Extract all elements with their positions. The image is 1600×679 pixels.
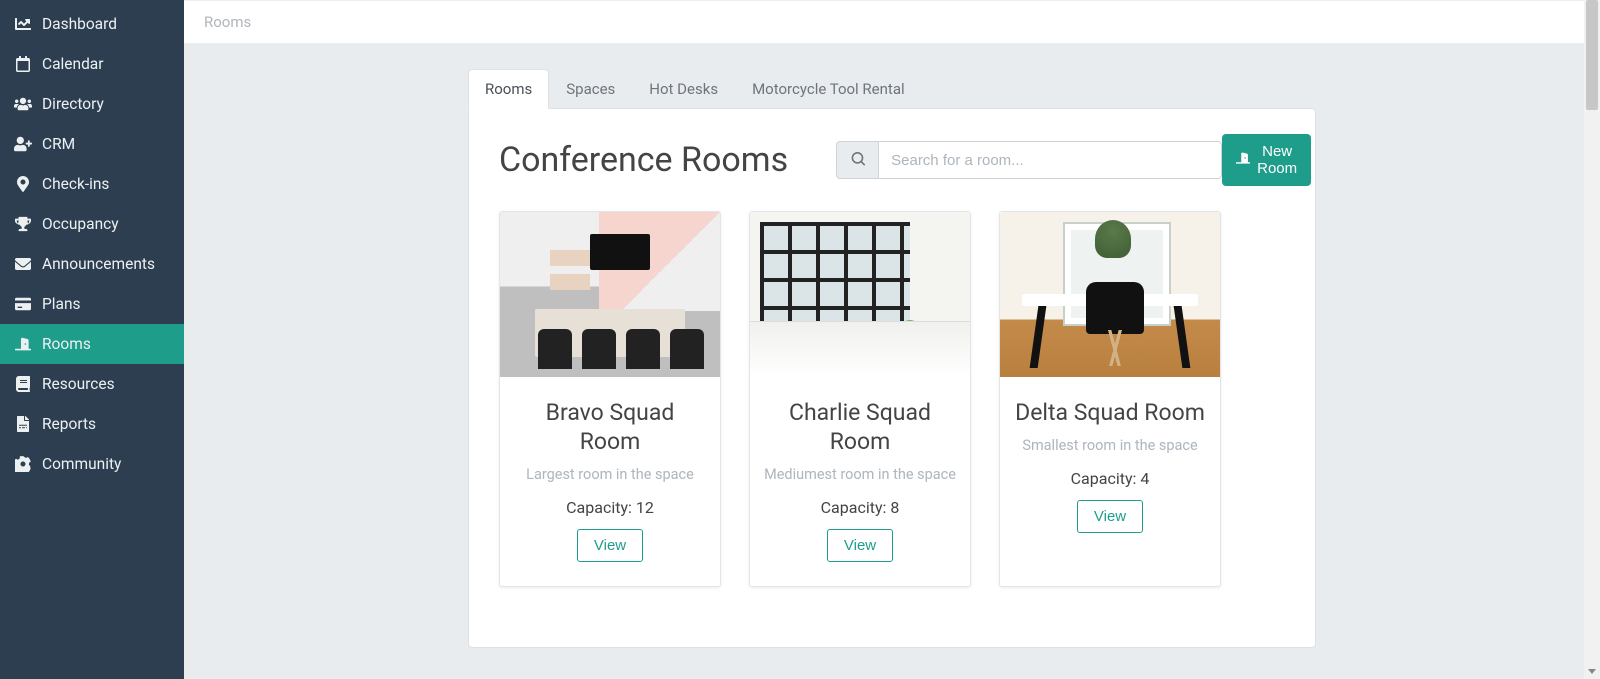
sidebar-item-occupancy[interactable]: Occupancy xyxy=(0,204,184,244)
room-capacity: Capacity: 8 xyxy=(764,498,956,517)
room-card: Charlie Squad Room Mediumest room in the… xyxy=(749,211,971,587)
room-card: Bravo Squad Room Largest room in the spa… xyxy=(499,211,721,587)
room-card-body: Charlie Squad Room Mediumest room in the… xyxy=(750,377,970,586)
room-card-body: Delta Squad Room Smallest room in the sp… xyxy=(1000,377,1220,557)
tab-rooms[interactable]: Rooms xyxy=(468,69,549,109)
book-icon xyxy=(14,376,32,392)
room-description: Smallest room in the space xyxy=(1014,436,1206,456)
sidebar-item-label: Plans xyxy=(42,295,81,313)
page-title: Conference Rooms xyxy=(499,140,788,180)
users-icon xyxy=(14,96,32,112)
tabs: Rooms Spaces Hot Desks Motorcycle Tool R… xyxy=(468,69,1316,109)
sidebar-item-label: Resources xyxy=(42,375,115,393)
sidebar-item-label: Rooms xyxy=(42,335,91,353)
room-name: Delta Squad Room xyxy=(1014,399,1206,428)
room-capacity: Capacity: 12 xyxy=(514,498,706,517)
search-icon xyxy=(851,152,865,169)
new-room-button[interactable]: New Room xyxy=(1222,134,1311,186)
sidebar-item-label: Occupancy xyxy=(42,215,119,233)
room-image xyxy=(750,212,970,377)
scroll-down-arrow-icon[interactable] xyxy=(1584,663,1600,679)
view-button[interactable]: View xyxy=(577,529,643,562)
room-image xyxy=(500,212,720,377)
room-card-body: Bravo Squad Room Largest room in the spa… xyxy=(500,377,720,586)
search-input[interactable] xyxy=(878,141,1222,179)
content-wrap: Rooms Spaces Hot Desks Motorcycle Tool R… xyxy=(184,44,1600,679)
search-button[interactable] xyxy=(836,141,878,179)
tab-motorcycle-tool-rental[interactable]: Motorcycle Tool Rental xyxy=(735,69,922,109)
view-button[interactable]: View xyxy=(827,529,893,562)
panel: Conference Rooms New Room xyxy=(468,108,1316,648)
trophy-icon xyxy=(14,216,32,232)
sidebar-item-label: Announcements xyxy=(42,255,155,273)
sidebar-item-directory[interactable]: Directory xyxy=(0,84,184,124)
room-grid: Bravo Squad Room Largest room in the spa… xyxy=(499,211,1285,587)
sidebar-item-label: Calendar xyxy=(42,55,104,73)
tab-spaces[interactable]: Spaces xyxy=(549,69,632,109)
credit-card-icon xyxy=(14,296,32,312)
room-name: Charlie Squad Room xyxy=(764,399,956,457)
scrollbar[interactable] xyxy=(1584,0,1600,679)
scrollbar-thumb[interactable] xyxy=(1586,0,1598,110)
sidebar-item-announcements[interactable]: Announcements xyxy=(0,244,184,284)
sidebar-item-label: Check-ins xyxy=(42,175,109,193)
breadcrumb: Rooms xyxy=(204,13,251,31)
sidebar-item-label: Directory xyxy=(42,95,104,113)
room-card: Delta Squad Room Smallest room in the sp… xyxy=(999,211,1221,587)
room-name: Bravo Squad Room xyxy=(514,399,706,457)
sidebar-item-label: Community xyxy=(42,455,121,473)
sidebar-item-crm[interactable]: CRM xyxy=(0,124,184,164)
door-icon xyxy=(1236,151,1250,169)
sidebar-item-dashboard[interactable]: Dashboard xyxy=(0,4,184,44)
map-pin-icon xyxy=(14,176,32,192)
sidebar: Dashboard Calendar Directory CRM Check-i… xyxy=(0,0,184,679)
sidebar-item-label: Reports xyxy=(42,415,96,433)
sidebar-item-community[interactable]: Community xyxy=(0,444,184,484)
envelope-icon xyxy=(14,256,32,272)
sidebar-item-calendar[interactable]: Calendar xyxy=(0,44,184,84)
new-room-label: New Room xyxy=(1257,143,1297,177)
room-capacity: Capacity: 4 xyxy=(1014,469,1206,488)
sidebar-item-reports[interactable]: Reports xyxy=(0,404,184,444)
sidebar-item-label: Dashboard xyxy=(42,15,117,33)
user-plus-icon xyxy=(14,136,32,152)
view-button[interactable]: View xyxy=(1077,500,1143,533)
room-description: Mediumest room in the space xyxy=(764,465,956,485)
tab-hot-desks[interactable]: Hot Desks xyxy=(632,69,735,109)
breadcrumb-bar: Rooms xyxy=(184,0,1600,44)
sidebar-item-checkins[interactable]: Check-ins xyxy=(0,164,184,204)
room-description: Largest room in the space xyxy=(514,465,706,485)
gear-icon xyxy=(14,456,32,472)
calendar-icon xyxy=(14,56,32,72)
sidebar-item-plans[interactable]: Plans xyxy=(0,284,184,324)
sidebar-item-resources[interactable]: Resources xyxy=(0,364,184,404)
report-icon xyxy=(14,416,32,432)
sidebar-item-label: CRM xyxy=(42,135,75,153)
dashboard-icon xyxy=(14,16,32,32)
panel-header: Conference Rooms New Room xyxy=(499,134,1285,186)
search-group xyxy=(836,141,1222,179)
sidebar-item-rooms[interactable]: Rooms xyxy=(0,324,184,364)
main-content: Rooms Rooms Spaces Hot Desks Motorcycle … xyxy=(184,0,1600,679)
door-icon xyxy=(14,336,32,352)
room-image xyxy=(1000,212,1220,377)
